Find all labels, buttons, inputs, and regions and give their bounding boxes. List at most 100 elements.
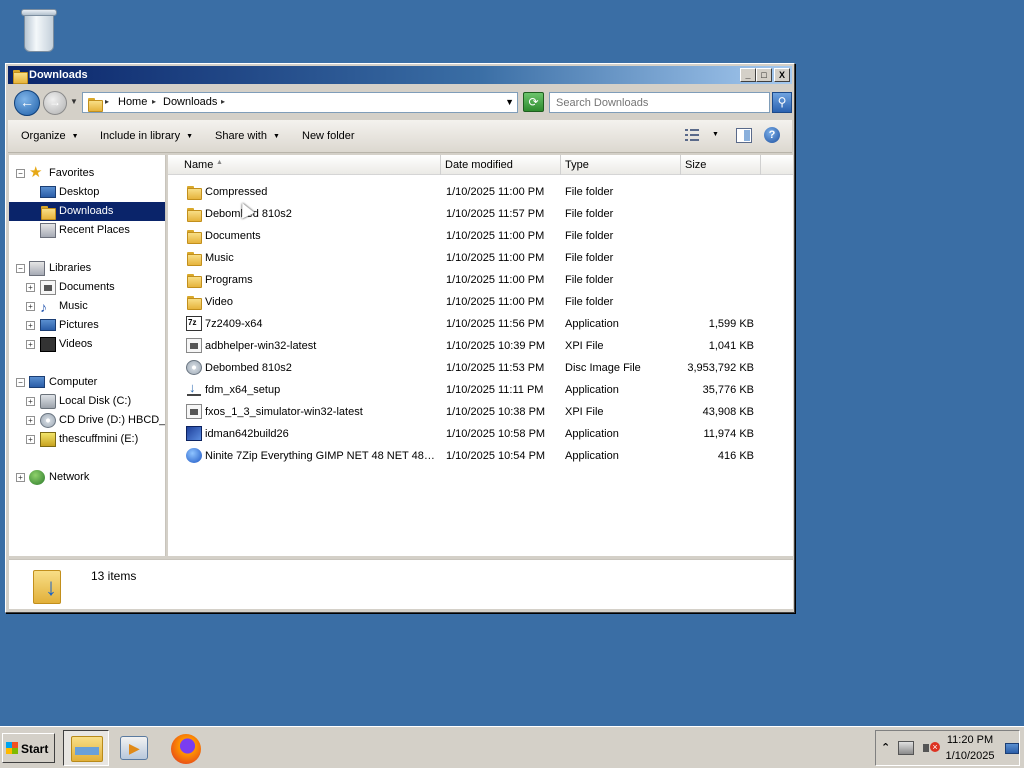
file-row[interactable]: 7z2409-x64 1/10/2025 11:56 PM Application 1…	[168, 313, 793, 335]
view-details-icon[interactable]	[684, 128, 700, 142]
column-header-size[interactable]: Size	[685, 159, 706, 171]
nav-network[interactable]: + Network	[9, 468, 165, 487]
preview-pane-icon[interactable]	[736, 128, 752, 143]
file-name: idman642build26	[205, 428, 289, 440]
collapse-icon[interactable]: −	[16, 264, 25, 273]
taskbar-firefox-button[interactable]	[163, 730, 209, 766]
file-row[interactable]: adbhelper-win32-latest 1/10/2025 10:39 PM…	[168, 335, 793, 357]
search-input[interactable]	[549, 92, 770, 113]
file-type: File folder	[565, 186, 614, 198]
minimize-button[interactable]: _	[740, 68, 756, 82]
close-button[interactable]: X	[774, 68, 790, 82]
column-divider[interactable]	[560, 155, 561, 175]
file-row[interactable]: Ninite 7Zip Everything GIMP NET 48 NET 4…	[168, 445, 793, 467]
organize-label: Organize	[21, 130, 66, 142]
nav-lib-documents[interactable]: + Documents	[9, 278, 165, 297]
nav-usb-drive[interactable]: + thescuffmini (E:)	[9, 430, 165, 449]
file-size: 43,908 KB	[702, 406, 754, 418]
expand-icon[interactable]: +	[16, 473, 25, 482]
collapse-icon[interactable]: −	[16, 169, 25, 178]
nav-favorites[interactable]: − ★ Favorites	[9, 164, 165, 183]
column-header-name[interactable]: Name	[184, 159, 213, 171]
recycle-bin-icon[interactable]	[18, 6, 62, 58]
include-in-library-button[interactable]: Include in library ▼	[100, 130, 193, 142]
taskbar-explorer-button[interactable]	[63, 730, 109, 766]
expand-icon[interactable]: +	[26, 435, 35, 444]
maximize-button[interactable]: □	[756, 68, 772, 82]
file-name: Music	[205, 252, 234, 264]
expand-icon[interactable]: +	[26, 321, 35, 330]
nav-recent-places[interactable]: Recent Places	[9, 221, 165, 240]
column-divider[interactable]	[760, 155, 761, 175]
system-tray: ⌃ 11:20 PM 1/10/2025	[875, 730, 1020, 766]
film-strip-icon	[40, 337, 56, 352]
file-row[interactable]: idman642build26 1/10/2025 10:58 PM Applica…	[168, 423, 793, 445]
expand-icon[interactable]: +	[26, 340, 35, 349]
file-row[interactable]: Debombed 810s2 1/10/2025 11:57 PM File fol…	[168, 203, 793, 225]
file-name: fxos_1_3_simulator-win32-latest	[205, 406, 363, 418]
share-with-button[interactable]: Share with ▼	[215, 130, 280, 142]
title-bar[interactable]: Downloads _ □ X	[8, 66, 792, 84]
chevron-right-icon[interactable]: ▸	[105, 97, 109, 106]
back-button[interactable]: ←	[14, 90, 40, 116]
file-name: Compressed	[205, 186, 268, 198]
clock-date[interactable]: 1/10/2025	[940, 750, 1000, 762]
help-icon[interactable]: ?	[764, 127, 780, 143]
network-status-icon[interactable]	[898, 741, 914, 755]
folder-icon	[186, 250, 202, 266]
recent-pages-dropdown[interactable]: ▼	[70, 97, 78, 106]
chevron-down-icon[interactable]: ▼	[505, 97, 514, 107]
file-row[interactable]: Compressed 1/10/2025 11:00 PM File folder	[168, 181, 793, 203]
breadcrumb-home[interactable]: Home	[118, 96, 147, 108]
desktop-icon	[40, 186, 56, 198]
file-name: fdm_x64_setup	[205, 384, 281, 396]
show-hidden-icons-icon[interactable]: ⌃	[881, 741, 890, 754]
clock-time[interactable]: 11:20 PM	[940, 734, 1000, 746]
document-icon	[186, 338, 202, 353]
expand-icon[interactable]: +	[26, 397, 35, 406]
computer-icon	[29, 376, 45, 388]
nav-local-disk[interactable]: + Local Disk (C:)	[9, 392, 165, 411]
file-row[interactable]: fdm_x64_setup 1/10/2025 11:11 PM Applicati…	[168, 379, 793, 401]
nav-desktop[interactable]: Desktop	[9, 183, 165, 202]
chevron-right-icon[interactable]: ▸	[221, 97, 225, 106]
nav-lib-pictures[interactable]: + Pictures	[9, 316, 165, 335]
collapse-icon[interactable]: −	[16, 378, 25, 387]
expand-icon[interactable]: +	[26, 283, 35, 292]
organize-button[interactable]: Organize ▼	[21, 130, 79, 142]
column-header-date[interactable]: Date modified	[445, 159, 513, 171]
nav-lib-music[interactable]: + ♪ Music	[9, 297, 165, 316]
start-button[interactable]: Start	[2, 733, 55, 763]
nav-computer[interactable]: − Computer	[9, 373, 165, 392]
forward-button[interactable]: →	[43, 91, 67, 115]
taskbar-media-player-button[interactable]	[112, 730, 158, 766]
chevron-right-icon[interactable]: ▸	[152, 97, 156, 106]
nav-downloads[interactable]: Downloads	[9, 202, 165, 221]
file-row[interactable]: Programs 1/10/2025 11:00 PM File folder	[168, 269, 793, 291]
expand-icon[interactable]: +	[26, 416, 35, 425]
nav-cd-drive[interactable]: + CD Drive (D:) HBCD_P	[9, 411, 165, 430]
nav-lib-pictures-label: Pictures	[59, 319, 99, 331]
nav-libraries[interactable]: − Libraries	[9, 259, 165, 278]
nav-lib-videos[interactable]: + Videos	[9, 335, 165, 354]
chevron-down-icon[interactable]: ▼	[712, 131, 719, 138]
breadcrumb-downloads[interactable]: Downloads	[163, 96, 217, 108]
file-row[interactable]: Video 1/10/2025 11:00 PM File folder	[168, 291, 793, 313]
column-divider[interactable]	[680, 155, 681, 175]
music-note-icon: ♪	[40, 299, 47, 315]
new-folder-button[interactable]: New folder	[302, 130, 355, 142]
show-desktop-icon[interactable]	[1005, 743, 1019, 754]
expand-icon[interactable]: +	[26, 302, 35, 311]
address-bar[interactable]: ▸ Home ▸ Downloads ▸ ▼	[82, 92, 518, 113]
file-row[interactable]: Music 1/10/2025 11:00 PM File folder	[168, 247, 793, 269]
file-row[interactable]: Debombed 810s2 1/10/2025 11:53 PM Disc Ima…	[168, 357, 793, 379]
volume-muted-icon[interactable]	[922, 741, 940, 755]
file-date-modified: 1/10/2025 11:11 PM	[446, 384, 544, 396]
column-divider[interactable]	[440, 155, 441, 175]
file-size: 3,953,792 KB	[687, 362, 754, 374]
search-icon[interactable]: ⚲	[772, 92, 792, 113]
file-row[interactable]: Documents 1/10/2025 11:00 PM File folder	[168, 225, 793, 247]
column-header-type[interactable]: Type	[565, 159, 589, 171]
file-row[interactable]: fxos_1_3_simulator-win32-latest 1/10/2025…	[168, 401, 793, 423]
refresh-button[interactable]: ⟳	[523, 92, 544, 112]
